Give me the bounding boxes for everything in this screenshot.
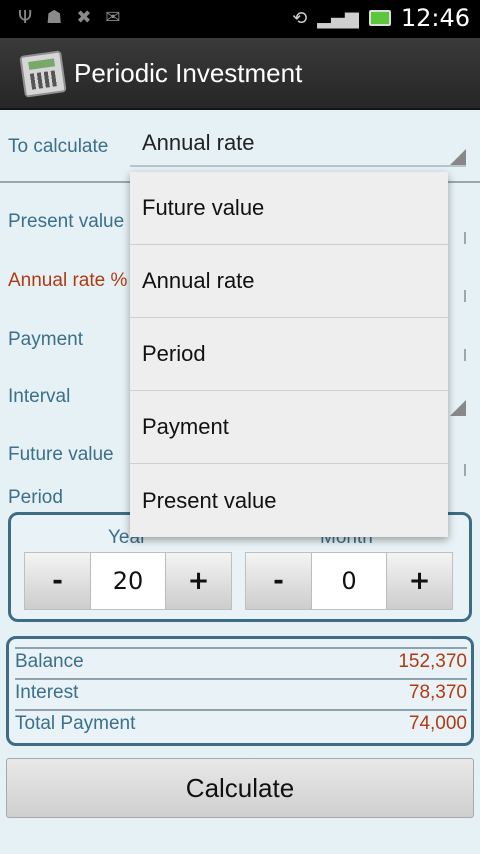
to-calculate-dropdown-menu: Future value Annual rate Period Payment …	[130, 172, 448, 537]
year-plus-button[interactable]: +	[165, 553, 231, 609]
period-label: Period	[8, 487, 63, 508]
android-debug-icon: ☗	[46, 7, 63, 28]
results-panel: Balance 152,370 Interest 78,370 Total Pa…	[6, 636, 474, 746]
result-value: 74,000	[408, 713, 467, 734]
signal-icon: ▂▄▆	[317, 7, 359, 29]
dropdown-option-payment[interactable]: Payment	[130, 391, 448, 464]
year-value[interactable]: 20	[91, 553, 165, 609]
action-bar: Periodic Investment	[0, 38, 480, 110]
result-label: Total Payment	[15, 713, 136, 734]
year-minus-button[interactable]: -	[25, 553, 91, 609]
annual-rate-field[interactable]	[464, 290, 466, 302]
dropdown-option-future-value[interactable]: Future value	[130, 172, 448, 245]
month-minus-button[interactable]: -	[246, 553, 312, 609]
interval-label: Interval	[8, 386, 71, 407]
spinner-dropdown-icon[interactable]	[450, 149, 466, 165]
to-calculate-label: To calculate	[8, 136, 109, 157]
to-calculate-spinner[interactable]: Annual rate	[142, 130, 255, 156]
clock: 12:46	[400, 4, 470, 32]
annual-rate-label: Annual rate %	[8, 270, 128, 291]
dropdown-option-period[interactable]: Period	[130, 318, 448, 391]
calculator-icon	[19, 50, 67, 98]
result-row-interest: Interest 78,370	[15, 678, 467, 706]
spinner-underline	[130, 165, 466, 167]
payment-field[interactable]	[464, 349, 466, 361]
present-value-label: Present value	[8, 211, 125, 232]
interval-dropdown-icon[interactable]	[450, 400, 466, 416]
present-value-field[interactable]	[464, 232, 466, 244]
result-label: Balance	[15, 651, 84, 672]
usb-icon: Ψ	[18, 7, 33, 28]
future-value-field[interactable]	[464, 464, 466, 476]
year-stepper: - 20 +	[24, 552, 232, 610]
month-value[interactable]: 0	[312, 553, 386, 609]
month-plus-button[interactable]: +	[386, 553, 452, 609]
result-value: 78,370	[408, 682, 467, 703]
rotate-icon: ⟲	[292, 7, 308, 29]
battery-icon	[368, 10, 391, 26]
month-stepper: - 0 +	[245, 552, 453, 610]
sim-icon: ✖	[76, 7, 92, 28]
result-row-balance: Balance 152,370	[15, 647, 467, 675]
payment-label: Payment	[8, 329, 83, 350]
result-value: 152,370	[398, 651, 467, 672]
status-bar: Ψ ☗ ✖ ✉ ⟲ ▂▄▆ 12:46	[0, 0, 480, 38]
dropdown-option-present-value[interactable]: Present value	[130, 464, 448, 537]
calculate-button[interactable]: Calculate	[6, 758, 474, 818]
result-row-total-payment: Total Payment 74,000	[15, 709, 467, 737]
dropdown-option-annual-rate[interactable]: Annual rate	[130, 245, 448, 318]
app-title: Periodic Investment	[74, 58, 303, 88]
future-value-label: Future value	[8, 444, 114, 465]
gmail-icon: ✉	[105, 7, 121, 28]
result-label: Interest	[15, 682, 79, 703]
